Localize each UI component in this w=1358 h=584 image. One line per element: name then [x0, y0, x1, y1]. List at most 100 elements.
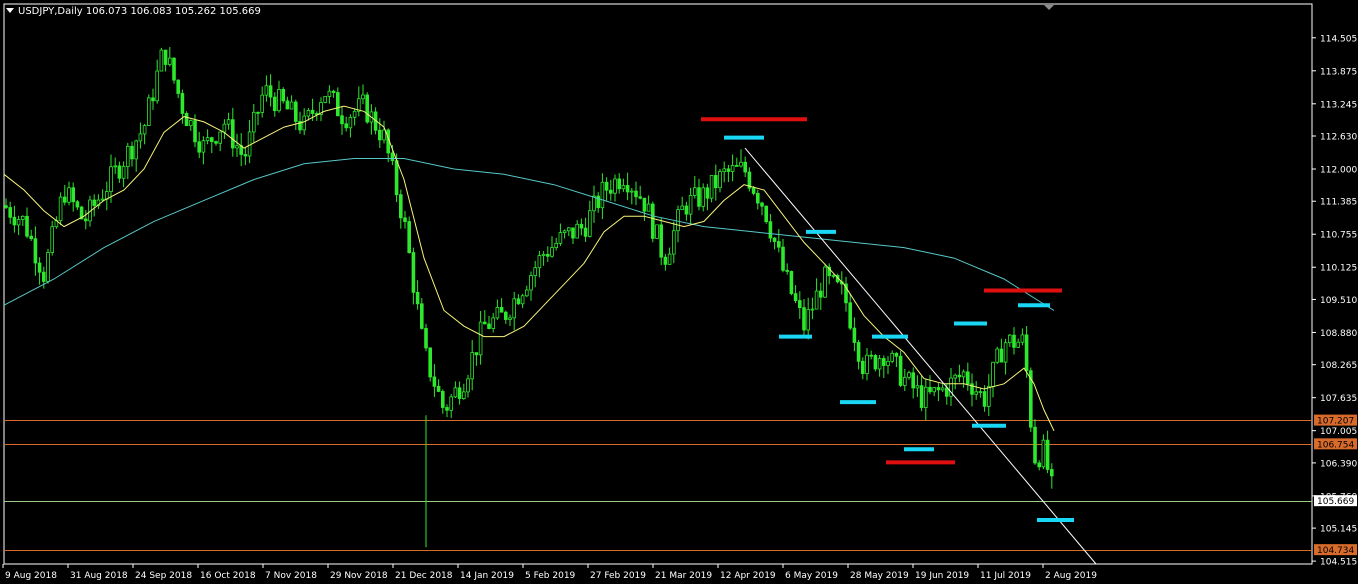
- candle-body: [474, 352, 479, 356]
- candle-body: [861, 360, 865, 375]
- candle-body: [440, 391, 445, 408]
- x-tick-label: 12 Apr 2019: [720, 571, 776, 581]
- candle-body: [760, 202, 764, 207]
- candle-body: [499, 306, 504, 313]
- candle-body: [558, 232, 563, 244]
- candle-body: [743, 161, 747, 173]
- y-tick-label: 107.005: [1320, 427, 1357, 437]
- candle-body: [894, 352, 899, 357]
- candle-body: [134, 140, 139, 160]
- candle-body: [756, 192, 760, 204]
- candle-body: [546, 253, 550, 257]
- candle-body: [281, 88, 285, 102]
- chart-window[interactable]: 114.505 113.875 113.245 112.630 112.000 111.3…: [0, 0, 1358, 584]
- candle-body: [377, 129, 382, 141]
- candle-body: [928, 386, 932, 393]
- candle-body: [848, 302, 852, 329]
- candle-body: [445, 407, 449, 411]
- time-axis[interactable]: 9 Aug 2018 31 Aug 2018 24 Sep 2018 16 Oct 2…: [2, 564, 1097, 581]
- candle-body: [575, 223, 579, 239]
- candle-body: [155, 70, 160, 102]
- candle-body: [310, 109, 315, 114]
- candle-body: [331, 90, 336, 93]
- price-chart[interactable]: 114.505 113.875 113.245 112.630 112.000 111.3…: [0, 0, 1358, 584]
- candle-body: [75, 201, 80, 208]
- candle-body: [1020, 334, 1025, 343]
- candle-body: [617, 178, 621, 190]
- candle-body: [340, 115, 344, 125]
- candle-body: [978, 391, 983, 393]
- candle-body: [382, 129, 386, 141]
- candle-body: [335, 92, 340, 117]
- scroll-marker-icon[interactable]: [1044, 5, 1054, 10]
- candle-body: [508, 317, 512, 320]
- candle-body: [453, 387, 458, 398]
- symbol-header: USDJPY,Daily 106.073 106.083 105.262 105…: [6, 6, 261, 17]
- candle-body: [205, 137, 210, 142]
- candle-body: [613, 178, 617, 194]
- candle-body: [751, 187, 756, 194]
- candle-body: [151, 97, 155, 102]
- candle-body: [126, 145, 130, 168]
- candle-body: [814, 290, 819, 310]
- candle-body: [1050, 469, 1054, 477]
- candle-body: [898, 355, 903, 386]
- candle-body: [209, 137, 214, 142]
- candle-body: [709, 175, 714, 199]
- candle-body: [995, 348, 999, 363]
- candle-body: [852, 327, 857, 343]
- candle-body: [243, 154, 248, 157]
- candle-body: [1041, 439, 1046, 468]
- horizontal-levels: [4, 420, 1312, 551]
- candle-body: [109, 166, 113, 192]
- candle-body: [680, 205, 684, 211]
- x-tick-label: 29 Nov 2018: [330, 571, 388, 581]
- candle-body: [882, 358, 886, 366]
- candle-body: [84, 218, 88, 222]
- candle-body: [537, 255, 542, 269]
- candle-body: [172, 57, 176, 81]
- candle-body: [29, 235, 33, 240]
- candle-body: [230, 119, 235, 149]
- y-tick-label: 104.515: [1320, 558, 1357, 568]
- candle-body: [806, 309, 810, 331]
- candle-body: [588, 210, 592, 237]
- candle-body: [222, 123, 227, 133]
- candle-body: [924, 386, 928, 408]
- x-tick-label: 2 Aug 2019: [1045, 571, 1097, 581]
- candle-body: [718, 171, 722, 189]
- candle-body: [579, 223, 584, 229]
- candle-body: [457, 387, 462, 399]
- candle-body: [810, 308, 815, 311]
- candle-body: [966, 371, 970, 385]
- candle-body: [785, 269, 789, 272]
- candle-body: [50, 226, 54, 253]
- y-tick-label: 113.875: [1320, 67, 1357, 77]
- candle-body: [705, 187, 710, 199]
- candle-body: [327, 90, 332, 97]
- candle-body: [146, 97, 151, 126]
- candle-body: [1008, 334, 1012, 344]
- x-tick-label: 21 Mar 2019: [655, 571, 712, 581]
- dropdown-arrow-icon[interactable]: [6, 8, 14, 13]
- candle-body: [63, 196, 67, 203]
- candle-body: [919, 385, 924, 408]
- level-marks: [701, 117, 1074, 522]
- candle-body: [634, 190, 638, 198]
- x-tick-label: 9 Aug 2018: [5, 571, 57, 581]
- candle-body: [823, 266, 827, 298]
- candle-body: [525, 289, 529, 297]
- price-axis[interactable]: 114.505 113.875 113.245 112.630 112.000 111.3…: [1312, 34, 1357, 568]
- candle-body: [533, 267, 537, 276]
- candle-body: [117, 165, 122, 179]
- candle-body: [982, 391, 987, 407]
- candle-body: [163, 49, 168, 65]
- candle-body: [466, 378, 470, 393]
- candle-body: [394, 160, 399, 196]
- candle-body: [722, 168, 726, 173]
- candle-body: [1012, 334, 1016, 348]
- candle-body: [251, 111, 256, 133]
- candle-body: [940, 387, 945, 391]
- candle-body: [961, 371, 966, 378]
- y-tick-label: 112.630: [1320, 133, 1357, 143]
